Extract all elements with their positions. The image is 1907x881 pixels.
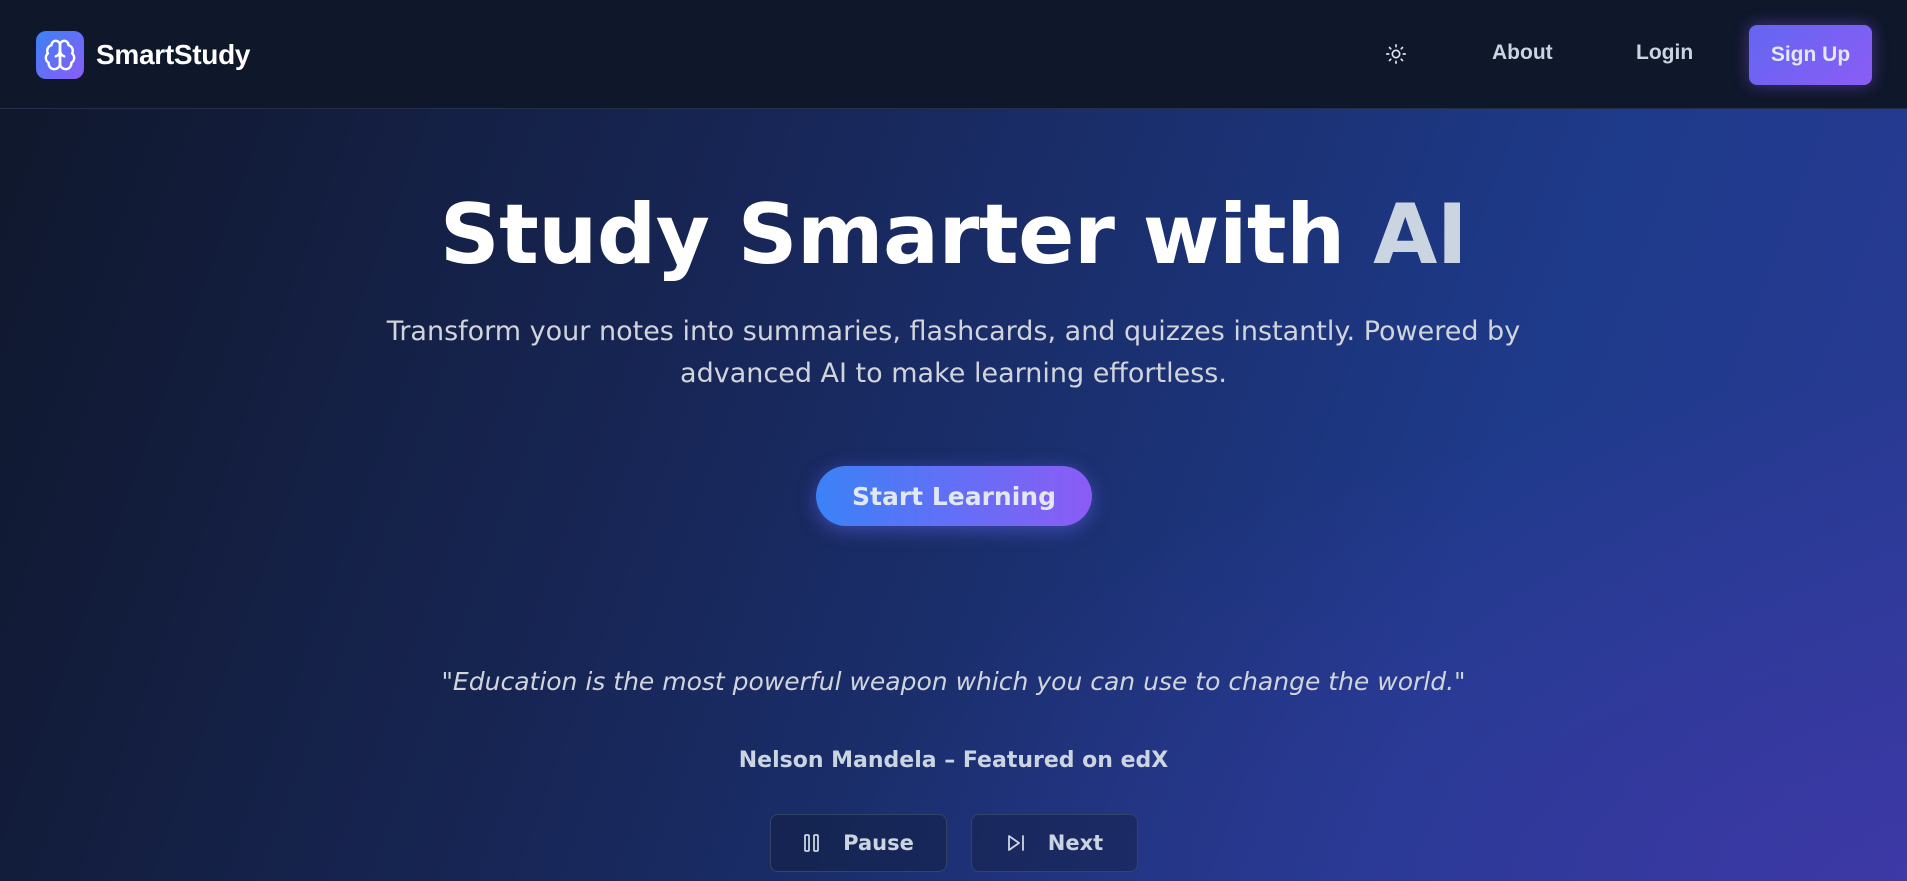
start-learning-button[interactable]: Start Learning [816,466,1092,526]
brand[interactable]: SmartStudy [36,31,250,79]
hero-subtitle: Transform your notes into summaries, fla… [386,316,1521,389]
next-button[interactable]: Next [971,814,1138,872]
landing-page: SmartStudy About Login Sign Up Study Sma… [0,0,1907,881]
sun-icon [1385,43,1407,69]
quote-attribution: Nelson Mandela – Featured on edX [738,748,1169,773]
nav-about-link[interactable]: About [1492,41,1553,65]
signup-button[interactable]: Sign Up [1749,25,1872,85]
pause-label: Pause [843,831,914,855]
pause-icon [803,833,821,853]
next-label: Next [1047,831,1104,855]
hero-title-main: Study Smarter with [439,186,1374,283]
navbar: SmartStudy About Login Sign Up [0,0,1907,109]
brain-icon [36,31,84,79]
pause-button[interactable]: Pause [770,814,947,872]
nav-login-link[interactable]: Login [1636,41,1693,65]
quote-text: "Education is the most powerful weapon w… [441,667,1466,696]
brand-name: SmartStudy [96,39,251,70]
hero-title: Study Smarter with AI [0,180,1907,290]
hero-title-accent: AI [1373,186,1468,283]
theme-toggle-button[interactable] [1381,42,1411,70]
skip-next-icon [1006,833,1026,853]
